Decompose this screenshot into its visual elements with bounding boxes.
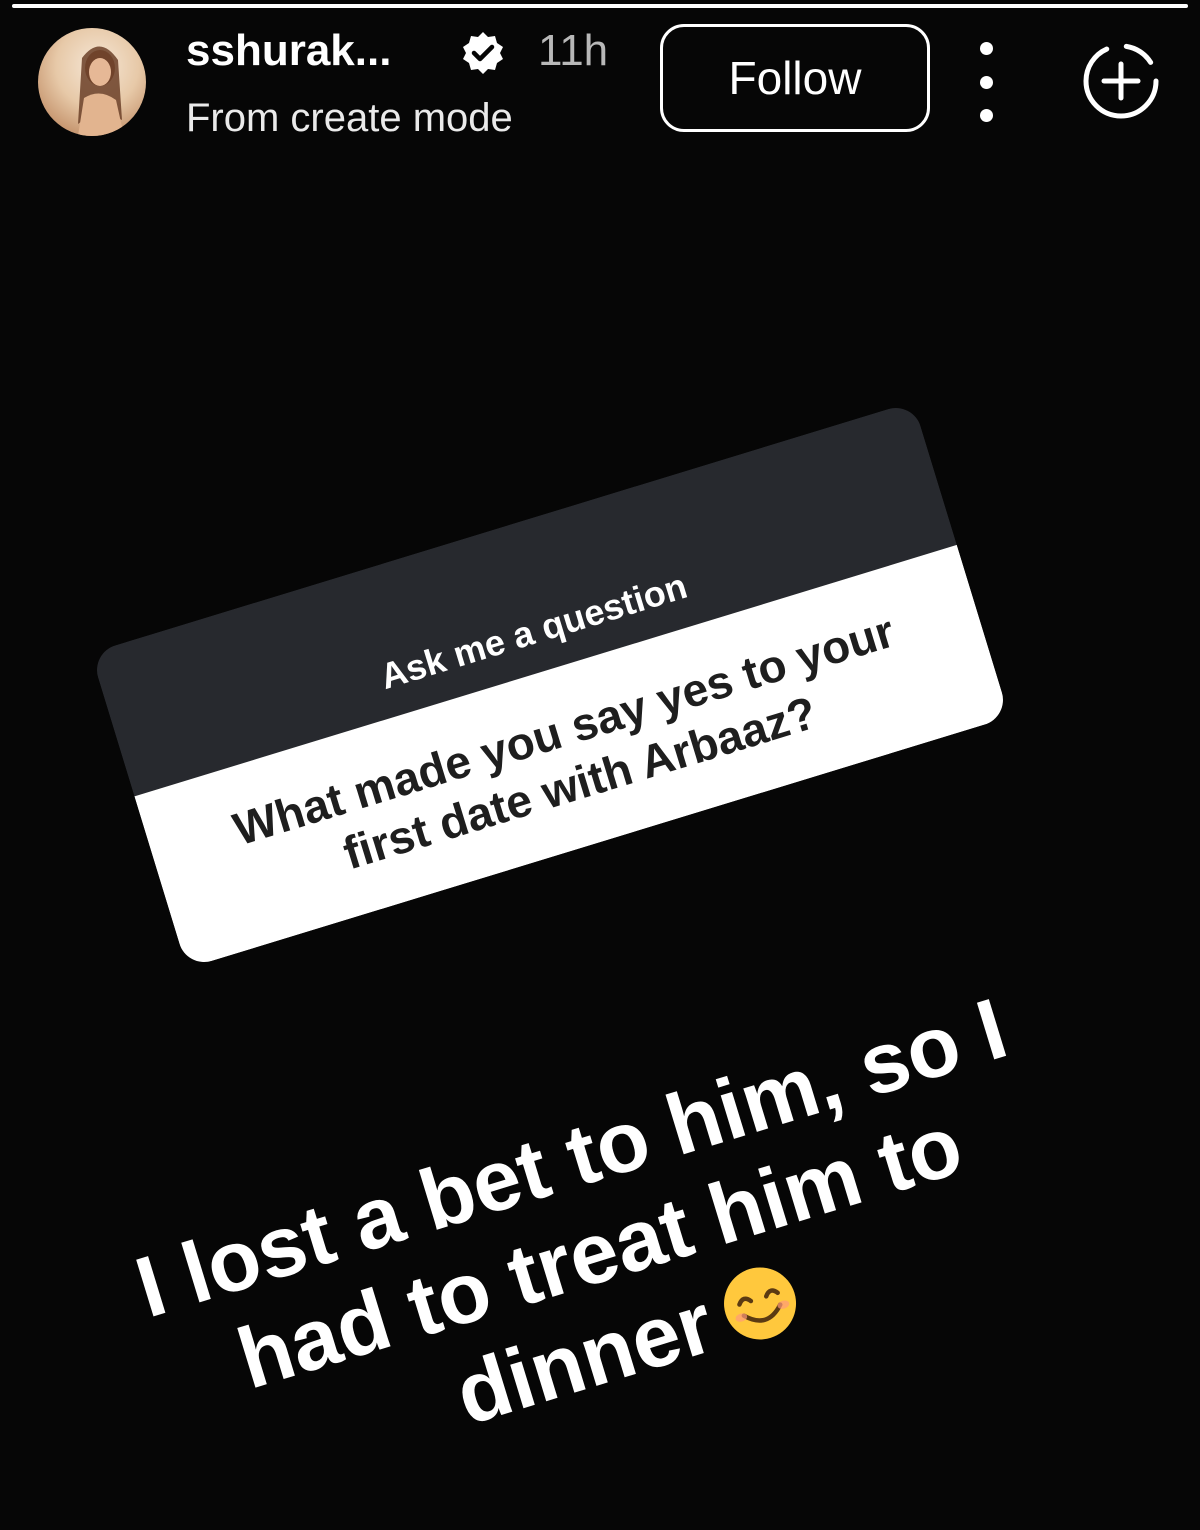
post-time: 11h	[538, 26, 609, 75]
avatar-image	[78, 46, 124, 136]
verified-badge-icon	[463, 32, 503, 74]
story-subtitle: From create mode	[186, 96, 513, 140]
username[interactable]: sshurak...	[186, 26, 391, 76]
avatar[interactable]	[38, 28, 146, 136]
more-dot	[979, 75, 993, 89]
more-vertical-icon[interactable]	[966, 42, 1006, 122]
add-to-story-icon[interactable]	[1080, 40, 1162, 122]
more-dot	[979, 42, 993, 55]
follow-button[interactable]: Follow	[660, 24, 930, 132]
smiling-face-icon	[724, 1267, 797, 1340]
more-dot	[979, 109, 993, 122]
question-sticker[interactable]: Ask me a question What made you say yes …	[90, 401, 1010, 969]
answer-text: I lost a bet to him, so I had to treat h…	[125, 980, 1018, 1444]
story-header: sshurak... 11h From create mode Follow	[0, 0, 1200, 160]
answer-text-block: I lost a bet to him, so I had to treat h…	[108, 974, 1093, 1530]
